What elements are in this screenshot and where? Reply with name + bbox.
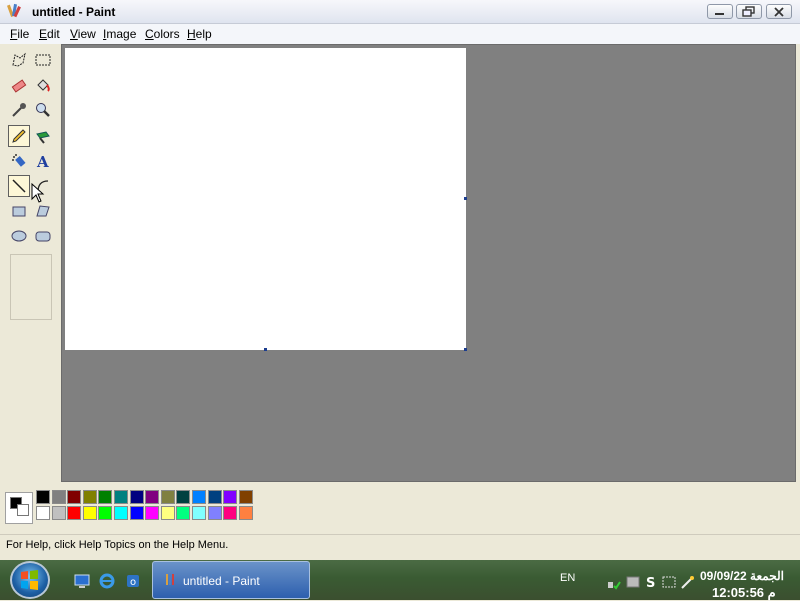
canvas-area[interactable] — [61, 44, 796, 482]
color-swatch[interactable] — [98, 490, 113, 504]
color-swatch[interactable] — [192, 506, 206, 520]
pick-color-icon[interactable] — [8, 99, 30, 121]
clock-date[interactable]: الجمعة 09/09/22 — [700, 569, 784, 583]
start-button[interactable] — [10, 561, 50, 599]
color-swatch[interactable] — [98, 506, 113, 520]
color-swatch[interactable] — [114, 490, 128, 504]
status-bar: For Help, click Help Topics on the Help … — [0, 534, 800, 556]
menu-colors[interactable]: Colors — [145, 27, 180, 41]
color-swatch[interactable] — [67, 490, 82, 504]
menu-edit[interactable]: Edit — [39, 27, 60, 41]
resize-handle-right[interactable] — [464, 197, 467, 200]
drawing-canvas[interactable] — [65, 48, 466, 350]
color-swatch[interactable] — [176, 490, 191, 504]
color-swatch[interactable] — [36, 506, 50, 520]
color-swatch[interactable] — [114, 506, 128, 520]
paint-app-icon[interactable] — [6, 3, 22, 21]
taskbar: o untitled - Paint EN S الجمعة 09/09/22 … — [0, 560, 800, 600]
menu-help[interactable]: Help — [187, 27, 212, 41]
line-icon[interactable] — [8, 175, 30, 197]
clock-time[interactable]: 12:05:56 م — [712, 585, 776, 601]
rounded-rectangle-icon[interactable] — [32, 225, 54, 247]
minimize-button[interactable] — [707, 4, 733, 19]
status-text: For Help, click Help Topics on the Help … — [6, 539, 229, 551]
pencil-icon[interactable] — [8, 125, 30, 147]
color-swatch[interactable] — [145, 490, 160, 504]
tool-options-panel[interactable] — [10, 254, 52, 320]
rect-select-icon[interactable] — [32, 49, 54, 71]
free-form-select-icon[interactable] — [8, 49, 30, 71]
svg-text:A: A — [36, 153, 49, 170]
airbrush-icon[interactable] — [8, 150, 30, 172]
ellipse-icon[interactable] — [8, 225, 30, 247]
close-button[interactable] — [766, 4, 792, 19]
background-color — [17, 504, 29, 516]
language-indicator[interactable]: EN — [560, 572, 575, 584]
color-swatch[interactable] — [207, 506, 222, 520]
mouse-cursor-icon — [31, 182, 45, 206]
current-colors[interactable] — [5, 492, 33, 524]
wand-tray-icon[interactable] — [679, 574, 695, 590]
menu-file[interactable]: File — [10, 27, 29, 41]
fill-icon[interactable] — [32, 74, 54, 96]
color-swatch[interactable] — [129, 506, 144, 520]
color-swatch[interactable] — [160, 506, 175, 520]
rectangle-icon[interactable] — [8, 200, 30, 222]
color-swatch[interactable] — [192, 490, 206, 504]
volume-icon[interactable] — [625, 574, 641, 590]
resize-handle-bottom[interactable] — [264, 348, 267, 351]
color-swatch[interactable] — [82, 490, 97, 504]
color-swatch[interactable] — [176, 506, 191, 520]
color-swatch[interactable] — [51, 506, 66, 520]
svg-text:o: o — [130, 577, 136, 588]
svg-text:S: S — [646, 576, 655, 590]
color-swatch[interactable] — [238, 506, 253, 520]
color-swatch[interactable] — [67, 506, 82, 520]
brush-icon[interactable] — [32, 125, 54, 147]
color-swatch[interactable] — [129, 490, 144, 504]
restore-button[interactable] — [736, 4, 762, 19]
device-tray-icon[interactable] — [661, 574, 677, 590]
network-icon[interactable] — [606, 574, 622, 590]
show-desktop-icon[interactable] — [73, 572, 91, 590]
s-app-tray-icon[interactable]: S — [643, 574, 659, 591]
text-icon[interactable]: A — [32, 150, 54, 172]
window-title: untitled - Paint — [32, 5, 116, 19]
eraser-icon[interactable] — [8, 74, 30, 96]
menu-bar: File Edit View Image Colors Help — [0, 24, 800, 44]
internet-explorer-icon[interactable] — [98, 572, 116, 590]
menu-view[interactable]: View — [70, 27, 96, 41]
color-swatch[interactable] — [160, 490, 175, 504]
color-swatch[interactable] — [36, 490, 50, 504]
paint-app-icon — [163, 572, 177, 591]
taskbar-paint-button[interactable]: untitled - Paint — [152, 561, 310, 599]
color-swatch[interactable] — [82, 506, 97, 520]
menu-image[interactable]: Image — [103, 27, 136, 41]
color-swatch[interactable] — [145, 506, 160, 520]
resize-handle-corner[interactable] — [464, 348, 467, 351]
magnifier-icon[interactable] — [32, 99, 54, 121]
title-bar: untitled - Paint — [0, 0, 800, 24]
tool-box: A — [0, 44, 60, 484]
color-swatch[interactable] — [223, 490, 238, 504]
taskbar-item-label: untitled - Paint — [183, 574, 260, 588]
color-swatch[interactable] — [51, 490, 66, 504]
color-swatch[interactable] — [223, 506, 238, 520]
color-swatch[interactable] — [207, 490, 222, 504]
outlook-icon[interactable]: o — [124, 572, 142, 590]
color-swatch[interactable] — [238, 490, 253, 504]
color-box — [0, 486, 800, 534]
